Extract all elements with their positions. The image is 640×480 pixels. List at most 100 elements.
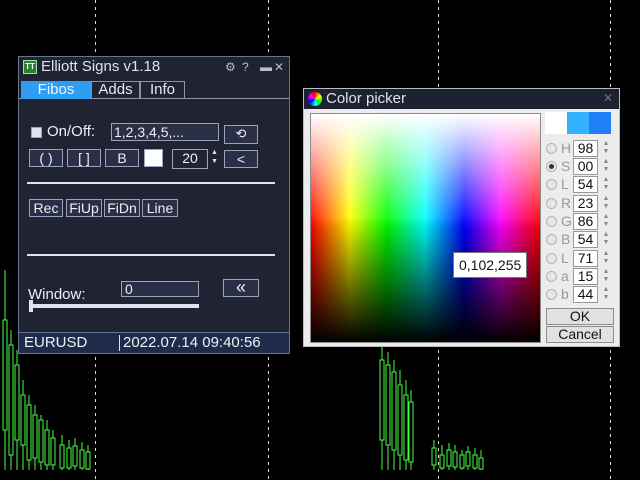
channel-letter: S — [561, 158, 571, 174]
channel-letter: G — [561, 213, 572, 229]
bracket-button[interactable]: [ ] — [67, 149, 101, 167]
channel-spinner-icon[interactable]: ▲ ▼ — [601, 286, 611, 303]
color-picker-dialog: Color picker ✕ 0,102,255 H 98 ▲ ▼ S 00 ▲ ▼ L 54 ▲ ▼… — [303, 88, 620, 347]
channel-row: G 86 ▲ ▼ — [544, 213, 618, 231]
channel-letter: R — [561, 195, 572, 211]
status-divider — [119, 335, 120, 351]
ok-button[interactable]: OK — [546, 308, 614, 325]
candle-body — [478, 457, 484, 470]
candle-body — [59, 444, 65, 469]
candle-body — [50, 437, 56, 466]
help-icon[interactable]: ? — [242, 59, 249, 75]
settings-gear-icon[interactable]: ⚙ — [225, 59, 236, 75]
color-preview-swatch-white[interactable] — [545, 112, 567, 134]
channel-value-input[interactable]: 54 — [573, 176, 598, 193]
color-preview-swatch-light-blue[interactable] — [567, 112, 589, 134]
color-picker-title: Color picker — [326, 90, 407, 107]
channel-spinner-icon[interactable]: ▲ ▼ — [601, 268, 611, 285]
candle-body — [397, 384, 403, 456]
fiup-button[interactable]: FiUp — [66, 199, 102, 217]
candle-body — [385, 364, 391, 446]
channel-radio[interactable] — [546, 143, 557, 154]
channel-radio[interactable] — [546, 289, 557, 300]
elliott-signs-panel: TT Elliott Signs v1.18 ⚙ ? ▬ ✕ Fibos Add… — [18, 56, 290, 354]
divider — [27, 182, 275, 184]
candle-body — [408, 401, 414, 463]
less-button[interactable]: < — [224, 150, 258, 168]
channel-row: S 00 ▲ ▼ — [544, 158, 618, 176]
channel-row: H 98 ▲ ▼ — [544, 140, 618, 158]
channel-radio[interactable] — [546, 253, 557, 264]
channel-value-input[interactable]: 54 — [573, 231, 598, 248]
channel-value-input[interactable]: 86 — [573, 213, 598, 230]
b-button[interactable]: B — [105, 149, 139, 167]
candle-body — [26, 404, 32, 461]
channel-spinner-icon[interactable]: ▲ ▼ — [601, 176, 611, 193]
tab-info[interactable]: Info — [140, 81, 185, 99]
channel-letter: L — [561, 176, 569, 192]
collapse-button[interactable]: « — [223, 278, 259, 297]
close-icon[interactable]: ✕ — [603, 91, 613, 105]
channel-row: R 23 ▲ ▼ — [544, 195, 618, 213]
fidn-button[interactable]: FiDn — [104, 199, 140, 217]
candle-body — [465, 451, 471, 467]
candle-body — [85, 451, 91, 470]
candle-body — [379, 359, 385, 441]
undo-button[interactable]: ⟲ — [224, 125, 258, 144]
wave-labels-select[interactable]: 1,2,3,4,5,... — [111, 123, 219, 141]
size-spinner-icon[interactable]: ▲ ▼ — [211, 148, 218, 166]
candle-body — [391, 371, 397, 451]
channel-spinner-icon[interactable]: ▲ ▼ — [601, 140, 611, 157]
cancel-button[interactable]: Cancel — [546, 326, 614, 343]
channel-radio[interactable] — [546, 161, 557, 172]
channel-radio[interactable] — [546, 234, 557, 245]
status-bar: EURUSD 2022.07.14 09:40:56 — [19, 332, 289, 353]
minimize-icon[interactable]: ▬ — [260, 59, 272, 75]
tab-adds[interactable]: Adds — [91, 81, 140, 99]
window-slider-handle[interactable] — [29, 300, 33, 312]
channel-value-input[interactable]: 98 — [573, 140, 598, 157]
channel-spinner-icon[interactable]: ▲ ▼ — [601, 231, 611, 248]
window-label: Window: — [28, 286, 86, 303]
color-picker-title-bar[interactable]: Color picker ✕ — [304, 89, 619, 109]
channel-letter: a — [561, 268, 569, 284]
window-slider-track[interactable] — [31, 304, 199, 308]
onoff-checkbox[interactable] — [31, 127, 42, 138]
channel-radio[interactable] — [546, 179, 557, 190]
channel-radio[interactable] — [546, 216, 557, 227]
color-gradient-field[interactable]: 0,102,255 — [310, 113, 541, 343]
channel-value-input[interactable]: 23 — [573, 195, 598, 212]
color-swatch-button[interactable] — [144, 149, 163, 167]
line-button[interactable]: Line — [142, 199, 178, 217]
channel-value-input[interactable]: 00 — [573, 158, 598, 175]
candle-body — [452, 451, 458, 468]
color-preview-swatch-blue[interactable] — [589, 112, 611, 134]
channel-row: L 71 ▲ ▼ — [544, 250, 618, 268]
rec-button[interactable]: Rec — [29, 199, 63, 217]
channel-spinner-icon[interactable]: ▲ ▼ — [601, 158, 611, 175]
channel-spinner-icon[interactable]: ▲ ▼ — [601, 213, 611, 230]
channel-value-input[interactable]: 71 — [573, 250, 598, 267]
candle-body — [439, 454, 445, 469]
channel-letter: b — [561, 286, 569, 302]
paren-button[interactable]: ( ) — [29, 149, 63, 167]
channel-value-input[interactable]: 15 — [573, 268, 598, 285]
window-input[interactable]: 0 — [121, 281, 199, 297]
close-icon[interactable]: ✕ — [274, 59, 284, 75]
candle-body — [459, 454, 465, 469]
color-tooltip: 0,102,255 — [453, 252, 528, 278]
panel-title: Elliott Signs v1.18 — [41, 58, 161, 75]
candle-body — [38, 419, 44, 463]
size-input[interactable]: 20 — [172, 149, 208, 169]
onoff-label: On/Off: — [47, 123, 96, 140]
channel-radio[interactable] — [546, 271, 557, 282]
channel-row: a 15 ▲ ▼ — [544, 268, 618, 286]
channel-letter: B — [561, 231, 571, 247]
channel-spinner-icon[interactable]: ▲ ▼ — [601, 195, 611, 212]
tab-fibos[interactable]: Fibos — [21, 81, 91, 99]
panel-title-bar[interactable]: TT Elliott Signs v1.18 ⚙ ? ▬ ✕ — [19, 57, 289, 77]
channel-spinner-icon[interactable]: ▲ ▼ — [601, 250, 611, 267]
channel-radio[interactable] — [546, 198, 557, 209]
candle-body — [14, 364, 20, 441]
channel-value-input[interactable]: 44 — [573, 286, 598, 303]
